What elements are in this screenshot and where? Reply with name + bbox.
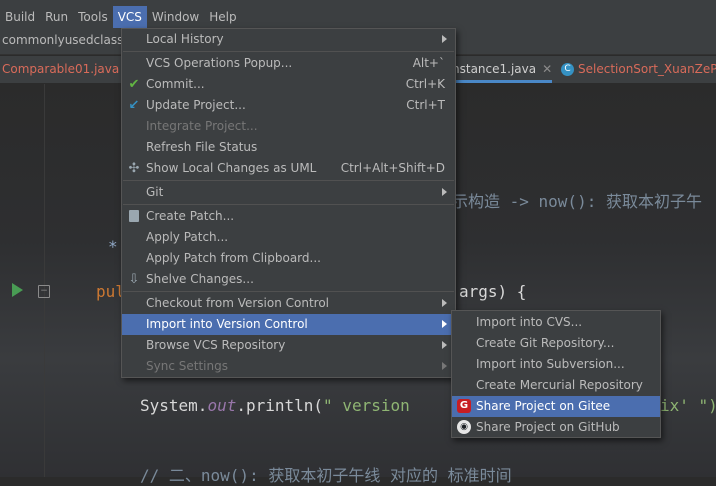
menu-window[interactable]: Window — [147, 6, 204, 28]
breadcrumb[interactable]: commonlyusedclasse — [2, 33, 131, 47]
menu-vcs[interactable]: VCS — [112, 6, 147, 28]
code-javadoc-star: * — [108, 237, 118, 256]
menu-item-label: Browse VCS Repository — [146, 338, 286, 352]
code-comment-bottom: // 二、now(): 获取本初子午线 对应的 标准时间 — [140, 466, 512, 485]
tab-label: SelectionSort_XuanZePa — [578, 62, 716, 76]
menu-item-label: Show Local Changes as UML — [146, 161, 317, 175]
submenu-arrow-icon — [442, 35, 447, 43]
menu-item-checkout[interactable]: Checkout from Version Control — [122, 293, 455, 314]
submenu-arrow-icon — [442, 320, 447, 328]
menu-item-label: Apply Patch... — [146, 230, 229, 244]
menu-tools[interactable]: Tools — [73, 6, 113, 28]
gitee-icon: G — [457, 399, 471, 413]
menu-item-ops-popup[interactable]: VCS Operations Popup... Alt+` — [122, 53, 455, 74]
shortcut-label: Ctrl+T — [406, 98, 445, 112]
code-main-args: args) { — [459, 282, 527, 301]
patch-icon — [129, 210, 139, 222]
menu-help[interactable]: Help — [204, 6, 241, 28]
menu-item-refresh-status[interactable]: Refresh File Status — [122, 137, 455, 158]
submenu-item-import-svn[interactable]: Import into Subversion... — [452, 354, 660, 375]
submenu-item-share-github[interactable]: ◉ Share Project on GitHub — [452, 417, 660, 438]
import-submenu: Import into CVS... Create Git Repository… — [451, 310, 661, 438]
checkmark-icon: ✔ — [128, 77, 140, 92]
menu-item-commit[interactable]: ✔ Commit... Ctrl+K — [122, 74, 455, 95]
menu-item-label: Sync Settings — [146, 359, 228, 373]
menu-item-shelve-changes[interactable]: ⇩ Shelve Changes... — [122, 269, 455, 290]
shelve-icon: ⇩ — [128, 272, 140, 287]
menu-item-create-patch[interactable]: Create Patch... — [122, 206, 455, 227]
menu-item-label: Local History — [146, 32, 224, 46]
submenu-arrow-icon — [442, 362, 447, 370]
menu-item-label: Checkout from Version Control — [146, 296, 330, 310]
menu-item-label: VCS Operations Popup... — [146, 56, 293, 70]
tab-selectionsort[interactable]: C SelectionSort_XuanZePa — [561, 56, 716, 83]
menu-item-label: Apply Patch from Clipboard... — [146, 251, 321, 265]
menu-item-update-project[interactable]: ↙ Update Project... Ctrl+T — [122, 95, 455, 116]
submenu-arrow-icon — [442, 341, 447, 349]
tab-comparable01[interactable]: Comparable01.java — [2, 56, 119, 83]
submenu-arrow-icon — [442, 299, 447, 307]
menu-item-label: Share Project on Gitee — [476, 399, 611, 413]
menu-build[interactable]: Build — [0, 6, 40, 28]
menu-item-integrate-project: Integrate Project... — [122, 116, 455, 137]
vcs-menu: Local History VCS Operations Popup... Alt… — [121, 28, 456, 378]
menu-item-show-uml[interactable]: ✣ Show Local Changes as UML Ctrl+Alt+Shift… — [122, 158, 455, 179]
close-icon[interactable]: ✕ — [542, 62, 552, 76]
tab-instance1[interactable]: nstance1.java ✕ — [452, 56, 553, 83]
gutter-line — [44, 84, 45, 477]
submenu-arrow-icon — [442, 188, 447, 196]
code-out-field: out — [207, 396, 237, 415]
menu-separator — [123, 204, 454, 205]
menu-item-browse-repo[interactable]: Browse VCS Repository — [122, 335, 455, 356]
menu-item-label: Update Project... — [146, 98, 246, 112]
class-icon: C — [561, 63, 574, 76]
menu-separator — [123, 291, 454, 292]
menu-item-label: Share Project on GitHub — [476, 420, 620, 434]
menu-separator — [123, 51, 454, 52]
menu-item-label: Import into Subversion... — [476, 357, 625, 371]
menu-item-import-vcs[interactable]: Import into Version Control — [122, 314, 455, 335]
shortcut-label: Alt+` — [412, 56, 445, 70]
menu-item-label: Create Git Repository... — [476, 336, 615, 350]
main-menubar: Build Run Tools VCS Window Help — [0, 6, 716, 28]
menu-item-sync-settings: Sync Settings — [122, 356, 455, 377]
submenu-item-create-mercurial[interactable]: Create Mercurial Repository — [452, 375, 660, 396]
shortcut-label: Ctrl+Alt+Shift+D — [340, 161, 445, 175]
code-system: System. — [140, 396, 208, 415]
code-string: " version — [323, 396, 410, 415]
update-arrow-icon: ↙ — [128, 98, 140, 113]
menu-item-git[interactable]: Git — [122, 182, 455, 203]
menu-item-label: Import into Version Control — [146, 317, 308, 331]
submenu-item-create-git[interactable]: Create Git Repository... — [452, 333, 660, 354]
code-println: .println( — [236, 396, 324, 415]
menu-run[interactable]: Run — [40, 6, 73, 28]
tab-label: nstance1.java — [452, 62, 537, 76]
uml-diagram-icon: ✣ — [128, 161, 140, 176]
menu-item-local-history[interactable]: Local History — [122, 29, 455, 50]
submenu-item-import-cvs[interactable]: Import into CVS... — [452, 312, 660, 333]
menu-item-label: Commit... — [146, 77, 205, 91]
menu-separator — [123, 180, 454, 181]
shortcut-label: Ctrl+K — [405, 77, 445, 91]
code-println-line: System.out.println(" version — [140, 396, 410, 415]
menu-item-label: Git — [146, 185, 164, 199]
fold-icon[interactable]: − — [38, 285, 50, 298]
menu-item-label: Shelve Changes... — [146, 272, 254, 286]
run-icon[interactable] — [12, 283, 23, 297]
submenu-item-share-gitee[interactable]: G Share Project on Gitee — [452, 396, 660, 417]
code-string-tail: ix' "); — [660, 396, 716, 415]
menu-item-label: Refresh File Status — [146, 140, 258, 154]
code-comment-line: 示构造 -> now(): 获取本初子午 — [452, 192, 702, 211]
menu-item-label: Create Mercurial Repository — [476, 378, 643, 392]
menu-item-label: Create Patch... — [146, 209, 235, 223]
menu-item-label: Import into CVS... — [476, 315, 583, 329]
menu-item-apply-patch[interactable]: Apply Patch... — [122, 227, 455, 248]
github-icon: ◉ — [457, 420, 471, 434]
menu-item-label: Integrate Project... — [146, 119, 258, 133]
menu-item-apply-patch-clipboard[interactable]: Apply Patch from Clipboard... — [122, 248, 455, 269]
